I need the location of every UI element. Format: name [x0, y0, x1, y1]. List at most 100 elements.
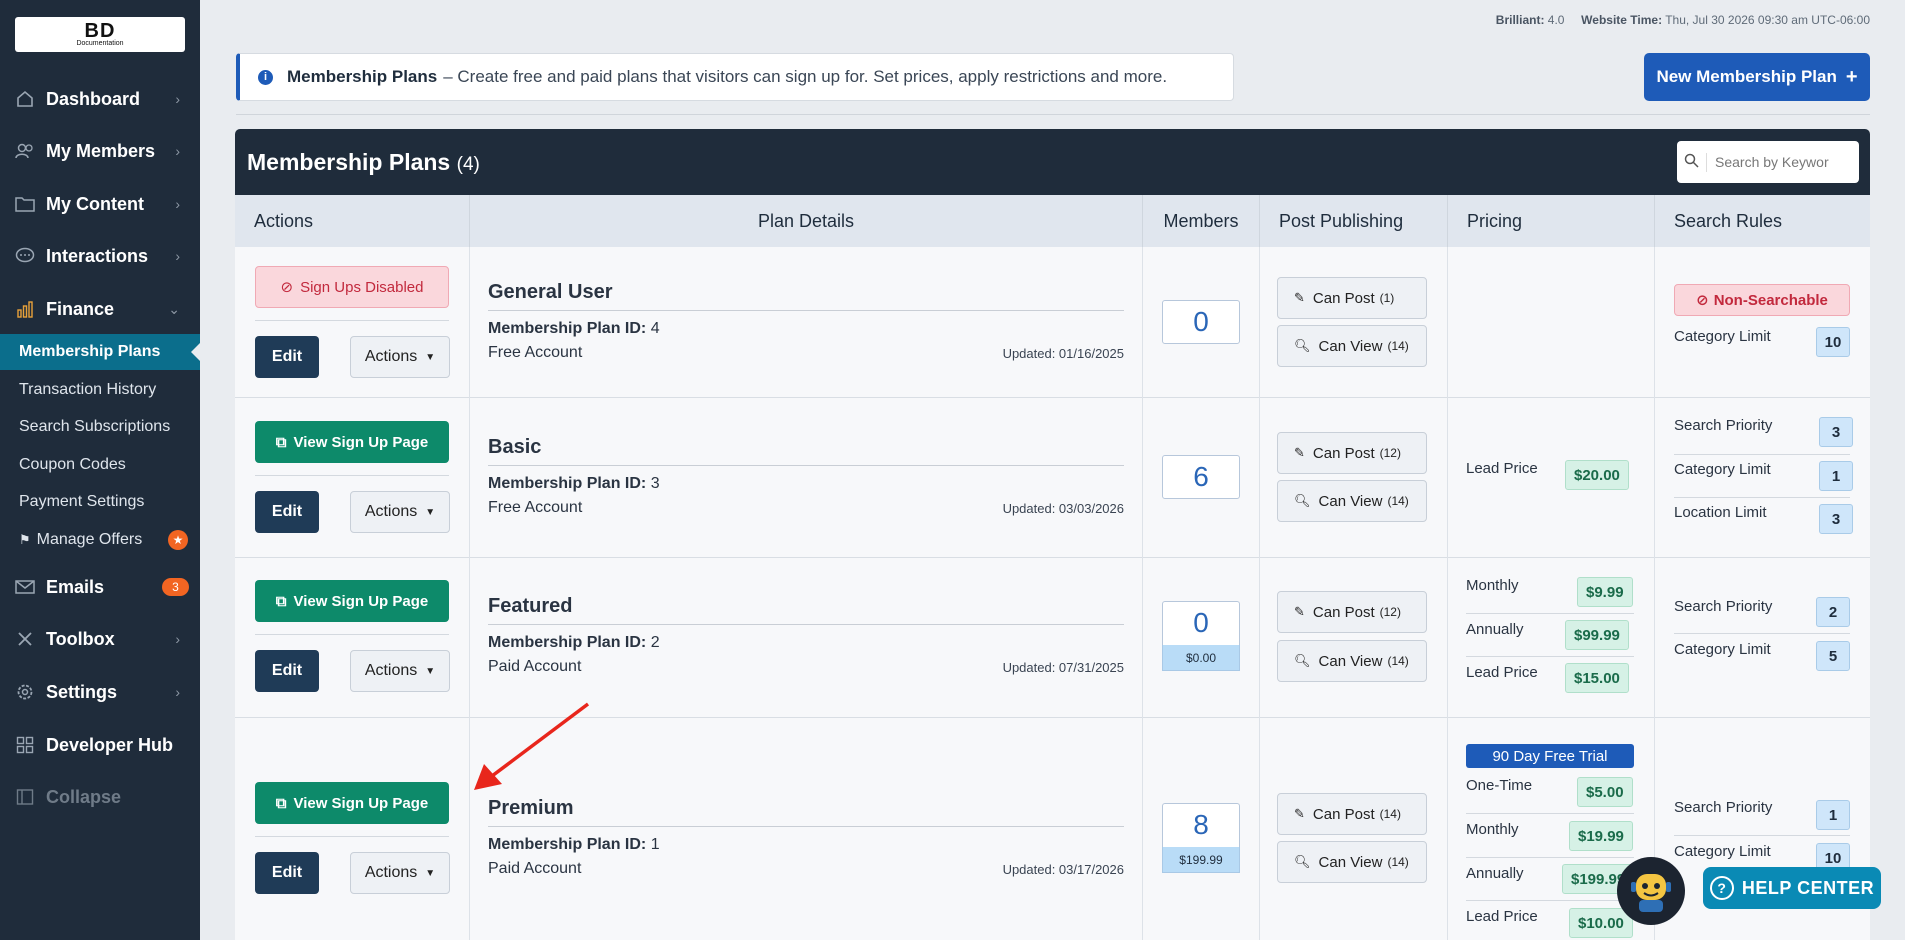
chevron-right-icon: › [175, 248, 180, 264]
plan-id-value: 4 [650, 320, 660, 337]
actions-dropdown[interactable]: Actions ▼ [350, 650, 450, 692]
nav-my-members[interactable]: My Members › [0, 131, 200, 171]
table-header: Actions Plan Details Members Post Publis… [235, 195, 1870, 247]
nav-label: Emails [46, 576, 105, 597]
member-count[interactable]: 6 [1162, 455, 1240, 499]
nav-interactions[interactable]: Interactions › [0, 236, 200, 276]
actions-label: Actions [364, 348, 418, 365]
actions-label: Actions [364, 864, 418, 881]
plan-id: Membership Plan ID: 2 [488, 634, 660, 652]
gear-icon [14, 681, 36, 703]
nav-emails[interactable]: Emails 3 [0, 567, 200, 607]
sidebar-item-manage-offers[interactable]: ⚑ Manage Offers ★ [0, 522, 200, 558]
account-type: Free Account [488, 344, 583, 361]
rule-value: 1 [1819, 461, 1853, 491]
plus-icon: + [1845, 65, 1858, 88]
edit-button[interactable]: Edit [255, 491, 319, 533]
can-post-label: Can Post [1312, 289, 1375, 307]
free-trial-badge: 90 Day Free Trial [1466, 744, 1634, 768]
search-box [1677, 141, 1859, 183]
actions-dropdown[interactable]: Actions ▼ [350, 852, 450, 894]
divider [1466, 613, 1634, 614]
plan-id-label: Membership Plan ID: [488, 320, 647, 337]
brilliant-label: Brilliant: [1495, 13, 1545, 27]
chevron-right-icon: › [175, 91, 180, 107]
panel-header: Membership Plans (4) [235, 129, 1870, 195]
divider [1674, 497, 1850, 498]
nav-dashboard[interactable]: Dashboard › [0, 79, 200, 119]
price-label: Lead Price [1466, 460, 1538, 477]
search-icon: 🔍︎ [1294, 854, 1311, 869]
edit-button[interactable]: Edit [255, 650, 319, 692]
view-signup-page-button[interactable]: ⧉ View Sign Up Page [255, 580, 449, 622]
sidebar-item-payment-settings[interactable]: Payment Settings [0, 484, 200, 520]
chevron-right-icon: › [175, 196, 180, 212]
chevron-right-icon: › [175, 143, 180, 159]
divider [1466, 656, 1634, 657]
rule-value: 2 [1816, 597, 1850, 627]
sidebar-item-coupon-codes[interactable]: Coupon Codes [0, 447, 200, 483]
post-count: (12) [1379, 446, 1401, 460]
nav-collapse[interactable]: Collapse [0, 777, 200, 817]
can-post-button[interactable]: ✎ Can Post (12) [1277, 591, 1427, 633]
can-view-label: Can View [1318, 652, 1383, 670]
chatbot-avatar[interactable] [1617, 857, 1685, 925]
nav-toolbox[interactable]: Toolbox › [0, 619, 200, 659]
divider [488, 310, 1124, 311]
can-view-button[interactable]: 🔍︎ Can View (14) [1277, 841, 1427, 883]
actions-dropdown[interactable]: Actions ▼ [350, 491, 450, 533]
col-divider [469, 247, 470, 940]
can-post-button[interactable]: ✎ Can Post (14) [1277, 793, 1427, 835]
member-count[interactable]: 8 [1162, 803, 1240, 847]
sidebar-item-search-subscriptions[interactable]: Search Subscriptions [0, 409, 200, 445]
sidebar-item-transaction-history[interactable]: Transaction History [0, 372, 200, 408]
can-post-button[interactable]: ✎ Can Post (12) [1277, 432, 1427, 474]
rule-label: Category Limit [1674, 461, 1771, 478]
can-view-button[interactable]: 🔍︎ Can View (14) [1277, 640, 1427, 682]
edit-icon: ✎ [1294, 806, 1305, 821]
divider [1674, 835, 1850, 836]
col-actions: Actions [235, 195, 470, 247]
nav-finance[interactable]: Finance ⌄ [0, 289, 200, 329]
nav-settings[interactable]: Settings › [0, 672, 200, 712]
price-label: Monthly [1466, 577, 1519, 594]
view-count: (14) [1387, 339, 1409, 353]
edit-button[interactable]: Edit [255, 336, 319, 378]
nav-label: Toolbox [46, 628, 115, 649]
account-type: Paid Account [488, 860, 582, 877]
price-value: $19.99 [1569, 821, 1633, 851]
edit-button[interactable]: Edit [255, 852, 319, 894]
annotation-arrow [474, 702, 590, 790]
price-label: Lead Price [1466, 664, 1538, 681]
chat-icon [14, 245, 36, 267]
new-membership-plan-button[interactable]: New Membership Plan + [1644, 53, 1870, 101]
chevron-down-icon: ⌄ [168, 300, 180, 317]
help-center-button[interactable]: ? HELP CENTER [1703, 867, 1881, 909]
divider [1466, 857, 1634, 858]
rule-label: Search Priority [1674, 799, 1773, 816]
can-view-button[interactable]: 🔍︎ Can View (14) [1277, 325, 1427, 367]
col-post-publishing: Post Publishing [1260, 195, 1448, 247]
can-post-label: Can Post [1312, 603, 1375, 621]
view-signup-page-button[interactable]: ⧉ View Sign Up Page [255, 782, 449, 824]
nav-developer-hub[interactable]: Developer Hub [0, 725, 200, 765]
actions-dropdown[interactable]: Actions ▼ [350, 336, 450, 378]
sidebar-item-membership-plans[interactable]: Membership Plans [0, 334, 200, 370]
logo[interactable]: BD Documentation [15, 17, 185, 52]
can-post-button[interactable]: ✎ Can Post (1) [1277, 277, 1427, 319]
nav-my-content[interactable]: My Content › [0, 184, 200, 224]
view-count: (14) [1387, 855, 1409, 869]
can-view-button[interactable]: 🔍︎ Can View (14) [1277, 480, 1427, 522]
panel-title-text: Membership Plans [247, 149, 451, 175]
tag-icon: ⚑ [19, 532, 31, 547]
member-count[interactable]: 0 [1162, 601, 1240, 645]
info-banner: i Membership Plans – Create free and pai… [236, 53, 1234, 101]
search-icon: 🔍︎ [1294, 493, 1311, 508]
search-input[interactable] [1715, 154, 1853, 170]
member-count[interactable]: 0 [1162, 300, 1240, 344]
edit-icon: ✎ [1294, 290, 1305, 305]
updated-date: Updated: 03/17/2026 [1002, 862, 1124, 877]
view-signup-page-button[interactable]: ⧉ View Sign Up Page [255, 421, 449, 463]
plan-id: Membership Plan ID: 1 [488, 836, 660, 854]
can-post-label: Can Post [1312, 444, 1375, 462]
